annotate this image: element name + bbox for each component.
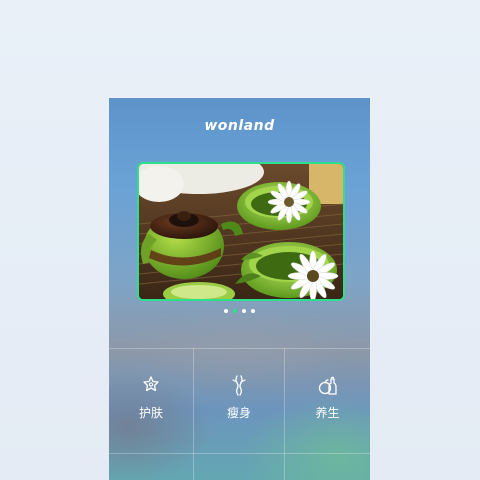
app-logo: wonland [204,118,275,134]
category-slimming[interactable]: 瘦身 [194,348,284,453]
carousel-pagination [109,309,370,313]
carousel-dot[interactable] [224,309,228,313]
category-label: 养生 [315,406,340,420]
category-label: 护肤 [138,406,163,420]
carousel-image-teaset [139,164,343,299]
fruit-bottle-icon [318,376,337,395]
image-carousel[interactable] [137,162,345,301]
flower-icon [143,376,159,392]
category-skincare[interactable]: 护肤 [109,348,193,453]
body-figure-icon [232,375,246,396]
phone-screen: wonland 护肤 瘦身 养生 [109,98,370,480]
carousel-dot[interactable] [251,309,255,313]
page-background: wonland 护肤 瘦身 养生 [0,0,480,480]
category-wellness[interactable]: 养生 [285,348,370,453]
category-grid: 护肤 瘦身 养生 [109,348,370,480]
category-label: 瘦身 [226,406,251,420]
carousel-dot[interactable] [242,309,246,313]
grid-divider [109,453,370,454]
carousel-dot-active[interactable] [233,309,237,313]
